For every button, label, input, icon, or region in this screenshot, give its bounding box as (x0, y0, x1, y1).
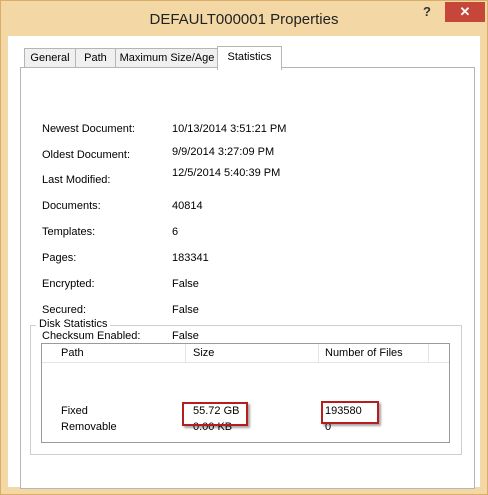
last-modified-label: Last Modified: (42, 174, 111, 186)
help-button[interactable]: ? (412, 2, 442, 22)
encrypted-label: Encrypted: (42, 278, 95, 290)
files-highlight-box (321, 401, 379, 424)
encrypted-value: False (172, 278, 199, 290)
size-highlight-box (182, 402, 248, 426)
column-header-size[interactable]: Size (187, 344, 214, 362)
newest-document-label: Newest Document: (42, 123, 135, 135)
secured-value: False (172, 304, 199, 316)
row-removable-path: Removable (61, 421, 117, 433)
newest-document-value: 10/13/2014 3:51:21 PM (172, 123, 287, 135)
disk-statistics-list[interactable]: Path Size Number of Files Fixed 55.72 GB… (41, 343, 450, 443)
documents-label: Documents: (42, 200, 101, 212)
column-separator[interactable] (428, 344, 429, 362)
pages-label: Pages: (42, 252, 77, 264)
close-button[interactable]: ✕ (445, 2, 485, 22)
templates-value: 6 (172, 226, 179, 238)
templates-label: Templates: (42, 226, 96, 238)
column-separator[interactable] (185, 344, 186, 362)
row-fixed-path: Fixed (61, 405, 88, 417)
last-modified-value: 12/5/2014 5:40:39 PM (172, 167, 281, 179)
title-bar[interactable]: DEFAULT000001 Properties ? ✕ (1, 1, 487, 37)
column-header-number-of-files[interactable]: Number of Files (319, 344, 403, 362)
secured-label: Secured: (42, 304, 87, 316)
tab-path[interactable]: Path (75, 48, 116, 69)
properties-window: DEFAULT000001 Properties ? ✕ General Pat… (0, 0, 488, 495)
oldest-document-value: 9/9/2014 3:27:09 PM (172, 146, 275, 158)
documents-value: 40814 (172, 200, 203, 212)
pages-value: 183341 (172, 252, 209, 264)
column-header-path[interactable]: Path (55, 344, 84, 362)
tab-maximum-size-age[interactable]: Maximum Size/Age (115, 48, 219, 69)
tab-general[interactable]: General (24, 48, 76, 69)
tab-statistics[interactable]: Statistics (217, 46, 282, 70)
oldest-document-label: Oldest Document: (42, 149, 131, 161)
list-header: Path Size Number of Files (42, 344, 449, 363)
disk-statistics-legend: Disk Statistics (36, 318, 111, 330)
